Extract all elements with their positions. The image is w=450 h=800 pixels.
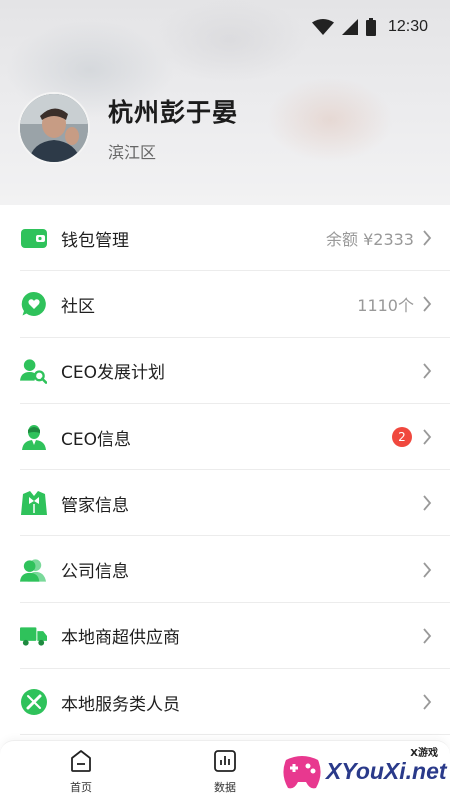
chevron-right-icon <box>423 429 432 445</box>
status-time: 12:30 <box>387 18 428 35</box>
menu-item-company[interactable]: 公司信息 <box>0 536 450 604</box>
nav-data[interactable]: 数据 <box>195 749 255 795</box>
chevron-right-icon <box>423 296 432 313</box>
cellular-signal-icon <box>341 19 358 35</box>
chart-icon <box>214 750 236 772</box>
profile-district: 滨江区 <box>108 143 157 162</box>
ceo-person-icon <box>20 424 47 451</box>
chat-bubble-icon <box>20 291 47 318</box>
menu-item-service-staff[interactable]: 本地服务类人员 <box>0 669 450 736</box>
chevron-right-icon <box>423 562 432 578</box>
user-search-icon <box>20 357 47 384</box>
wifi-icon <box>311 19 334 35</box>
watermark-tag: X游戏 <box>410 748 438 759</box>
avatar[interactable] <box>18 92 90 164</box>
chevron-right-icon <box>423 495 432 511</box>
chevron-right-icon <box>423 694 432 710</box>
menu-item-wallet[interactable]: 钱包管理 余额 ¥2333 <box>0 205 450 272</box>
watermark-brand: XYouXi.net <box>326 758 447 784</box>
nav-data-label: 数据 <box>214 781 236 794</box>
profile-name: 杭州彭于晏 <box>108 98 239 127</box>
people-icon <box>20 556 47 583</box>
notification-badge: 2 <box>392 427 412 448</box>
home-icon <box>71 750 91 772</box>
chevron-right-icon <box>423 363 432 379</box>
profile-header: 12:30 杭州彭于晏 滨江区 <box>0 0 450 205</box>
chevron-right-icon <box>423 230 432 246</box>
menu-label: CEO信息 <box>61 429 131 450</box>
menu-label: 钱包管理 <box>61 230 129 251</box>
profile-card[interactable]: 杭州彭于晏 滨江区 <box>18 92 238 164</box>
gamepad-icon <box>283 756 321 789</box>
menu-label: 社区 <box>61 296 95 317</box>
butler-icon <box>20 490 47 517</box>
menu-label: 本地服务类人员 <box>61 694 180 715</box>
wallet-icon <box>20 225 47 252</box>
menu-item-butler[interactable]: 管家信息 <box>0 470 450 537</box>
wallet-balance: 余额 ¥2333 <box>326 230 414 250</box>
watermark-logo: XYouXi.net X游戏 <box>278 744 447 798</box>
tools-icon <box>20 689 47 716</box>
menu-item-ceo-info[interactable]: CEO信息 2 <box>0 404 450 471</box>
status-bar: 12:30 <box>311 16 428 38</box>
nav-home[interactable]: 首页 <box>51 749 111 795</box>
menu-label: 管家信息 <box>61 495 129 516</box>
menu-item-supplier[interactable]: 本地商超供应商 <box>0 603 450 670</box>
menu-label: 公司信息 <box>61 562 129 583</box>
nav-home-label: 首页 <box>70 781 92 794</box>
battery-icon <box>365 18 376 36</box>
community-count: 1110个 <box>357 296 414 316</box>
chevron-right-icon <box>423 628 432 644</box>
menu-label: CEO发展计划 <box>61 363 165 384</box>
menu-item-community[interactable]: 社区 1110个 <box>0 271 450 338</box>
menu-label: 本地商超供应商 <box>61 628 180 649</box>
menu-list: 钱包管理 余额 ¥2333 社区 1110个 CEO发展计划 CEO信息 2 管… <box>0 205 450 736</box>
truck-icon <box>20 622 47 649</box>
menu-item-ceo-plan[interactable]: CEO发展计划 <box>0 338 450 405</box>
